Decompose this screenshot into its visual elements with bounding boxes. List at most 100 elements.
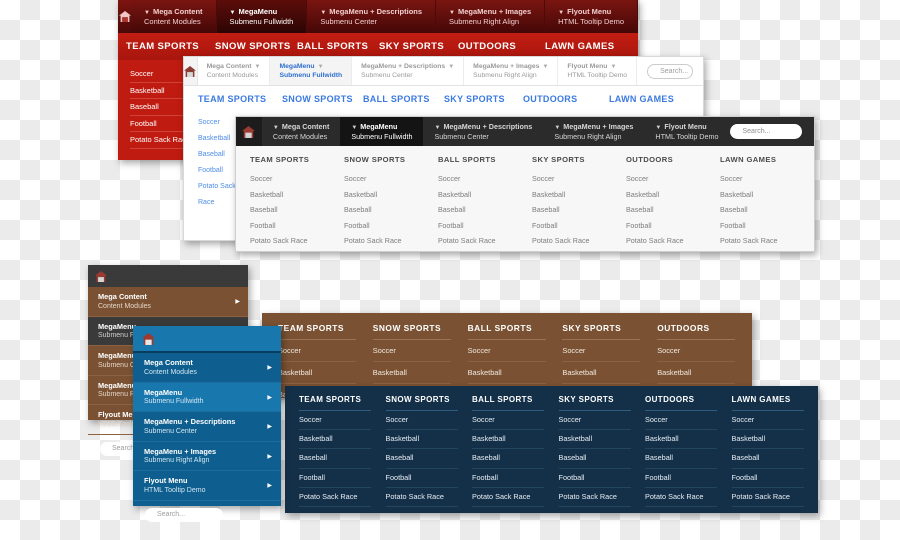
tab-flyout-menu[interactable]: ▼ Flyout Menu HTML Tooltip Demo — [545, 0, 638, 33]
list-item[interactable]: Potato Sack Race — [299, 488, 371, 508]
list-item[interactable]: Basketball — [385, 430, 458, 450]
list-item[interactable]: Basketball — [372, 362, 451, 384]
tab-flyout-menu[interactable]: Flyout Menu ▼ HTML Tooltip Demo — [558, 57, 638, 85]
nav-outdoors[interactable]: OUTDOORS — [458, 41, 545, 52]
list-item[interactable]: Potato Sack Race — [438, 233, 532, 249]
list-item[interactable]: Soccer — [645, 411, 717, 431]
list-item[interactable]: Baseball — [344, 202, 438, 218]
tab-megamenu-images[interactable]: ▼ MegaMenu + Images Submenu Right Align — [436, 0, 546, 33]
tab-megamenu[interactable]: ▼ MegaMenu Submenu Fullwidth — [340, 117, 424, 146]
nav-snow-sports[interactable]: SNOW SPORTS — [282, 94, 363, 104]
list-item[interactable]: Soccer — [657, 340, 736, 362]
list-item[interactable]: Baseball — [472, 449, 544, 469]
nav-snow-sports[interactable]: SNOW SPORTS — [215, 41, 297, 52]
list-item[interactable]: Soccer — [299, 411, 371, 431]
tab-mega-content[interactable]: ▼ Mega Content Content Modules — [131, 0, 217, 33]
list-item[interactable]: Potato Sack Race — [731, 488, 804, 508]
list-item[interactable]: Potato Sack Race — [344, 233, 438, 249]
tab-megamenu[interactable]: MegaMenu ▼ Submenu Fullwidth — [270, 57, 353, 85]
list-item[interactable]: Soccer — [467, 340, 546, 362]
list-item[interactable]: Potato Sack Race — [645, 488, 717, 508]
list-item[interactable]: Football — [438, 218, 532, 234]
list-item[interactable]: Baseball — [645, 449, 717, 469]
tab-megamenu-descriptions[interactable]: ▼ MegaMenu + Descriptions Submenu Center — [307, 0, 437, 33]
menu-item-mega-content[interactable]: Mega Content Content Modules ▶ — [88, 287, 248, 317]
list-item[interactable]: Basketball — [299, 430, 371, 450]
nav-ball-sports[interactable]: BALL SPORTS — [363, 94, 444, 104]
menu-item-megamenu-images[interactable]: MegaMenu + Images Submenu Right Align ▶ — [133, 442, 281, 471]
list-item[interactable]: Soccer — [626, 171, 720, 187]
tab-megamenu-descriptions[interactable]: MegaMenu + Descriptions ▼ Submenu Center — [352, 57, 465, 85]
home-icon[interactable] — [142, 332, 155, 345]
home-button-white[interactable] — [184, 57, 198, 85]
list-item[interactable]: Basketball — [472, 430, 544, 450]
nav-team-sports[interactable]: TEAM SPORTS — [198, 94, 282, 104]
list-item[interactable]: Basketball — [344, 187, 438, 203]
list-item[interactable]: Potato Sack Race — [626, 233, 720, 249]
nav-outdoors[interactable]: OUTDOORS — [523, 94, 609, 104]
tab-mega-content[interactable]: Mega Content ▼ Content Modules — [198, 57, 271, 85]
list-item[interactable]: Basketball — [278, 362, 356, 384]
list-item[interactable]: Baseball — [250, 202, 344, 218]
tab-mega-content[interactable]: ▼ Mega Content Content Modules — [261, 117, 341, 146]
list-item[interactable]: Baseball — [558, 449, 631, 469]
list-item[interactable]: Basketball — [720, 187, 814, 203]
tab-megamenu-descriptions[interactable]: ▼ MegaMenu + Descriptions Submenu Center — [423, 117, 544, 146]
list-item[interactable]: Soccer — [438, 171, 532, 187]
list-item[interactable]: Soccer — [558, 411, 631, 431]
search-input-white[interactable]: Search... — [647, 63, 693, 79]
tab-flyout-menu[interactable]: ▼ Flyout Menu HTML Tooltip Demo — [644, 117, 730, 146]
menu-item-megamenu[interactable]: MegaMenu Submenu Fullwidth ▶ — [133, 382, 281, 412]
list-item[interactable]: Soccer — [372, 340, 451, 362]
home-button-red[interactable] — [118, 0, 131, 33]
list-item[interactable]: Potato Sack Race — [250, 233, 344, 249]
list-item[interactable]: Soccer — [278, 340, 356, 362]
list-item[interactable]: Potato Sack Race — [558, 488, 631, 508]
list-item[interactable]: Football — [250, 218, 344, 234]
search-input-blue[interactable]: Search... — [145, 507, 223, 522]
list-item[interactable]: Football — [626, 218, 720, 234]
list-item[interactable]: Baseball — [438, 202, 532, 218]
list-item[interactable]: Soccer — [731, 411, 804, 431]
list-item[interactable]: Football — [532, 218, 626, 234]
list-item[interactable]: Football — [344, 218, 438, 234]
nav-ball-sports[interactable]: BALL SPORTS — [297, 41, 379, 52]
list-item[interactable]: Soccer — [344, 171, 438, 187]
nav-team-sports[interactable]: TEAM SPORTS — [126, 41, 215, 52]
list-item[interactable]: Soccer — [385, 411, 458, 431]
home-icon[interactable] — [95, 270, 107, 282]
list-item[interactable]: Football — [299, 469, 371, 488]
list-item[interactable]: Baseball — [720, 202, 814, 218]
list-item[interactable]: Basketball — [467, 362, 546, 384]
list-item[interactable]: Football — [731, 469, 804, 488]
list-item[interactable]: Basketball — [438, 187, 532, 203]
nav-lawn-games[interactable]: LAWN GAMES — [545, 41, 614, 52]
tab-megamenu-images[interactable]: ▼ MegaMenu + Images Submenu Right Align — [543, 117, 645, 146]
list-item[interactable]: Soccer — [472, 411, 544, 431]
list-item[interactable]: Football — [472, 469, 544, 488]
menu-item-mega-content[interactable]: Mega Content Content Modules ▶ — [133, 353, 281, 383]
list-item[interactable]: Soccer — [720, 171, 814, 187]
search-input-dark[interactable]: Search... — [729, 124, 802, 139]
list-item[interactable]: Football — [720, 218, 814, 234]
list-item[interactable]: Basketball — [657, 362, 736, 384]
list-item[interactable]: Football — [558, 469, 631, 488]
list-item[interactable]: Basketball — [731, 430, 804, 450]
list-item[interactable]: Soccer — [532, 171, 626, 187]
list-item[interactable]: Baseball — [626, 202, 720, 218]
list-item[interactable]: Potato Sack Race — [720, 233, 814, 249]
home-button-dark[interactable] — [236, 117, 262, 146]
list-item[interactable]: Soccer — [562, 340, 641, 362]
list-item[interactable]: Basketball — [558, 430, 631, 450]
list-item[interactable]: Football — [385, 469, 458, 488]
menu-item-flyout-menu[interactable]: Flyout Menu HTML Tooltip Demo ▶ — [133, 471, 281, 501]
list-item[interactable]: Football — [645, 469, 717, 488]
menu-item-megamenu-descriptions[interactable]: MegaMenu + Descriptions Submenu Center ▶ — [133, 412, 281, 442]
list-item[interactable]: Potato Sack Race — [532, 233, 626, 249]
list-item[interactable]: Basketball — [532, 187, 626, 203]
tab-megamenu[interactable]: ▼ MegaMenu Submenu Fullwidth — [216, 0, 308, 33]
list-item[interactable]: Baseball — [299, 449, 371, 469]
list-item[interactable]: Soccer — [250, 171, 344, 187]
list-item[interactable]: Basketball — [250, 187, 344, 203]
list-item[interactable]: Baseball — [731, 449, 804, 469]
